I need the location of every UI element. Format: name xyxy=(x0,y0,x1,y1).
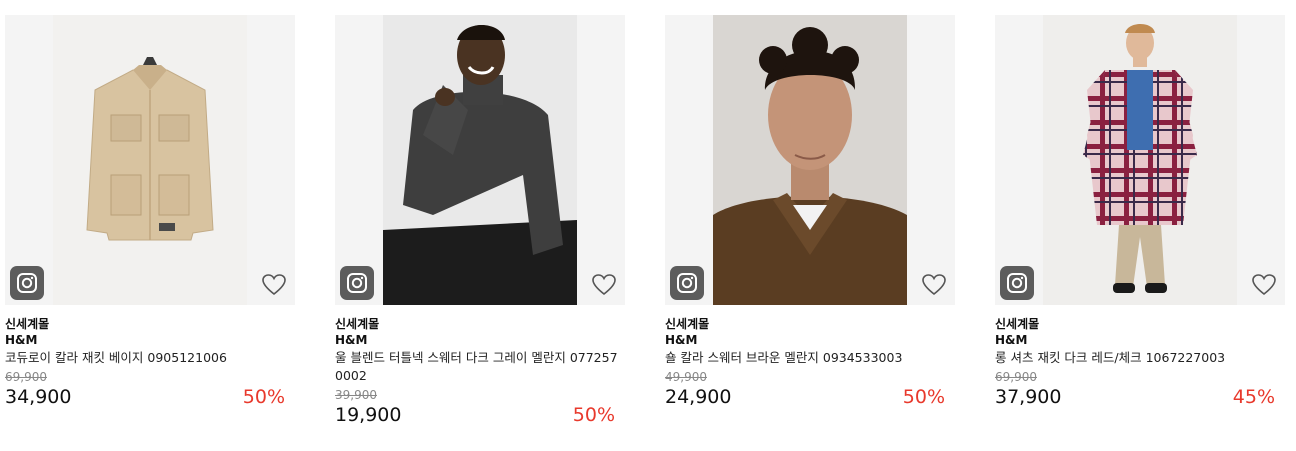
original-price: 69,900 xyxy=(995,370,1037,384)
brand-name[interactable]: H&M xyxy=(995,332,1285,349)
heart-outline-icon[interactable] xyxy=(261,273,287,297)
product-image[interactable] xyxy=(53,15,247,305)
discount-rate: 45% xyxy=(1232,386,1275,408)
product-card[interactable]: 신세계몰 H&M 울 블렌드 터틀넥 스웨터 다크 그레이 멜란지 077257… xyxy=(335,15,625,427)
store-name[interactable]: 신세계몰 xyxy=(995,316,1285,332)
product-name[interactable]: 롱 셔츠 재킷 다크 레드/체크 1067227003 xyxy=(995,349,1285,367)
original-price: 49,900 xyxy=(665,370,707,384)
original-price: 69,900 xyxy=(5,370,47,384)
heart-outline-icon[interactable] xyxy=(1251,273,1277,297)
product-image[interactable] xyxy=(383,15,577,305)
product-image-area[interactable] xyxy=(335,15,625,305)
product-image[interactable] xyxy=(1043,15,1237,305)
instagram-camera-icon[interactable] xyxy=(10,266,44,300)
product-image-area[interactable] xyxy=(995,15,1285,305)
sale-price: 24,900 xyxy=(665,386,732,408)
product-image-area[interactable] xyxy=(665,15,955,305)
product-name[interactable]: 코듀로이 칼라 재킷 베이지 0905121006 xyxy=(5,349,295,367)
original-price: 39,900 xyxy=(335,388,377,402)
instagram-camera-icon[interactable] xyxy=(1000,266,1034,300)
product-card[interactable]: 신세계몰 H&M 숄 칼라 스웨터 브라운 멜란지 0934533003 49,… xyxy=(665,15,955,409)
product-card[interactable]: 신세계몰 H&M 코듀로이 칼라 재킷 베이지 0905121006 69,90… xyxy=(5,15,295,409)
product-name[interactable]: 울 블렌드 터틀넥 스웨터 다크 그레이 멜란지 0772570002 xyxy=(335,349,625,385)
price-row: 24,900 50% xyxy=(665,385,955,409)
product-info: 신세계몰 H&M 숄 칼라 스웨터 브라운 멜란지 0934533003 49,… xyxy=(665,305,955,409)
instagram-camera-icon[interactable] xyxy=(340,266,374,300)
price-row: 34,900 50% xyxy=(5,385,295,409)
sale-price: 19,900 xyxy=(335,404,402,426)
product-grid: 신세계몰 H&M 코듀로이 칼라 재킷 베이지 0905121006 69,90… xyxy=(0,0,1296,451)
price-row: 37,900 45% xyxy=(995,385,1285,409)
brand-name[interactable]: H&M xyxy=(335,332,625,349)
product-name[interactable]: 숄 칼라 스웨터 브라운 멜란지 0934533003 xyxy=(665,349,955,367)
product-info: 신세계몰 H&M 코듀로이 칼라 재킷 베이지 0905121006 69,90… xyxy=(5,305,295,409)
discount-rate: 50% xyxy=(242,386,285,408)
brand-name[interactable]: H&M xyxy=(665,332,955,349)
price-row: 19,900 50% xyxy=(335,403,625,427)
store-name[interactable]: 신세계몰 xyxy=(335,316,625,332)
discount-rate: 50% xyxy=(572,404,615,426)
store-name[interactable]: 신세계몰 xyxy=(5,316,295,332)
instagram-camera-icon[interactable] xyxy=(670,266,704,300)
product-info: 신세계몰 H&M 울 블렌드 터틀넥 스웨터 다크 그레이 멜란지 077257… xyxy=(335,305,625,427)
heart-outline-icon[interactable] xyxy=(591,273,617,297)
discount-rate: 50% xyxy=(902,386,945,408)
sale-price: 37,900 xyxy=(995,386,1062,408)
sale-price: 34,900 xyxy=(5,386,72,408)
brand-name[interactable]: H&M xyxy=(5,332,295,349)
heart-outline-icon[interactable] xyxy=(921,273,947,297)
product-info: 신세계몰 H&M 롱 셔츠 재킷 다크 레드/체크 1067227003 69,… xyxy=(995,305,1285,409)
store-name[interactable]: 신세계몰 xyxy=(665,316,955,332)
product-image-area[interactable] xyxy=(5,15,295,305)
product-card[interactable]: 신세계몰 H&M 롱 셔츠 재킷 다크 레드/체크 1067227003 69,… xyxy=(995,15,1285,409)
product-image[interactable] xyxy=(713,15,907,305)
